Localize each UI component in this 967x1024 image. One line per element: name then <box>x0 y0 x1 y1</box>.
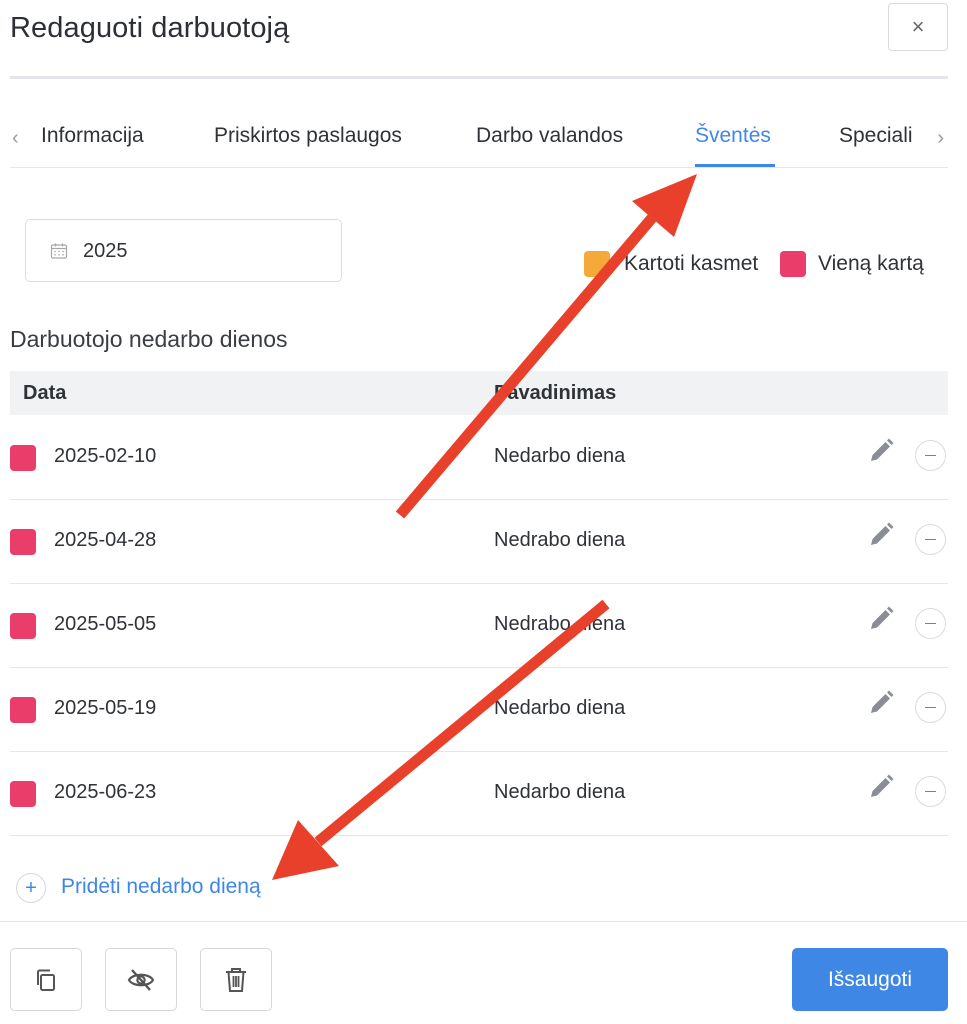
row-type-swatch <box>10 445 36 471</box>
row-date: 2025-02-10 <box>54 445 157 467</box>
column-header-date: Data <box>23 382 67 404</box>
row-date: 2025-06-23 <box>54 781 157 803</box>
pencil-icon[interactable] <box>866 604 896 634</box>
eye-off-icon <box>127 968 155 991</box>
close-icon: × <box>911 14 925 39</box>
column-header-name: Pavadinimas <box>494 382 617 404</box>
dialog-title: Redaguoti darbuotoją <box>10 12 290 44</box>
row-date: 2025-04-28 <box>54 529 157 551</box>
minus-icon <box>925 706 936 709</box>
pencil-icon[interactable] <box>866 688 896 718</box>
row-name: Nedarbo diena <box>494 781 626 803</box>
tab-sventes[interactable]: Šventės <box>695 124 771 148</box>
save-button[interactable]: Išsaugoti <box>792 948 948 1011</box>
row-name: Nedrabo diena <box>494 529 626 551</box>
minus-icon <box>925 454 936 457</box>
row-name: Nedarbo diena <box>494 445 626 467</box>
table-row: 2025-06-23 Nedarbo diena <box>10 752 948 836</box>
close-button[interactable]: × <box>888 3 948 51</box>
tab-priskirtos-paslaugos[interactable]: Priskirtos paslaugos <box>214 124 402 148</box>
row-name: Nedrabo diena <box>494 613 626 635</box>
calendar-icon <box>50 243 68 259</box>
table-row: 2025-05-05 Nedrabo diena <box>10 584 948 668</box>
remove-row-button[interactable] <box>915 440 946 471</box>
row-date: 2025-05-05 <box>54 613 157 635</box>
remove-row-button[interactable] <box>915 692 946 723</box>
row-type-swatch <box>10 781 36 807</box>
active-tab-indicator <box>695 164 775 167</box>
table-header: Data Pavadinimas <box>10 371 948 415</box>
legend-label-once: Vieną kartą <box>818 252 924 275</box>
pencil-icon[interactable] <box>866 436 896 466</box>
remove-row-button[interactable] <box>915 608 946 639</box>
year-picker[interactable]: 2025 <box>25 219 342 282</box>
copy-icon <box>37 969 55 991</box>
row-name: Nedarbo diena <box>494 697 626 719</box>
copy-button[interactable] <box>10 948 82 1011</box>
plus-icon: + <box>16 873 46 903</box>
pencil-icon[interactable] <box>866 772 896 802</box>
hide-button[interactable] <box>105 948 177 1011</box>
remove-row-button[interactable] <box>915 524 946 555</box>
minus-icon <box>925 538 936 541</box>
row-type-swatch <box>10 613 36 639</box>
tab-next-icon[interactable]: › <box>937 127 944 150</box>
tab-speciali[interactable]: Speciali <box>839 124 913 148</box>
add-day-label: Pridėti nedarbo dieną <box>61 875 261 898</box>
section-title: Darbuotojo nedarbo dienos <box>10 326 288 352</box>
minus-icon <box>925 622 936 625</box>
remove-row-button[interactable] <box>915 776 946 807</box>
year-value: 2025 <box>83 240 128 262</box>
row-date: 2025-05-19 <box>54 697 157 719</box>
legend-swatch-yearly <box>584 251 610 277</box>
tab-informacija[interactable]: Informacija <box>41 124 144 148</box>
dialog-header: Redaguoti darbuotoją × <box>10 0 948 80</box>
legend-label-yearly: Kartoti kasmet <box>624 252 759 275</box>
minus-icon <box>925 790 936 793</box>
header-divider <box>10 76 948 79</box>
table-row: 2025-02-10 Nedarbo diena <box>10 416 948 500</box>
footer-divider <box>0 921 967 922</box>
table-row: 2025-04-28 Nedrabo diena <box>10 500 948 584</box>
trash-icon <box>226 967 246 992</box>
table-row: 2025-05-19 Nedarbo diena <box>10 668 948 752</box>
legend-swatch-once <box>780 251 806 277</box>
pencil-icon[interactable] <box>866 520 896 550</box>
tab-bar: ‹ Informacija Priskirtos paslaugos Darbo… <box>10 110 948 168</box>
row-type-swatch <box>10 529 36 555</box>
delete-button[interactable] <box>200 948 272 1011</box>
tab-prev-icon[interactable]: ‹ <box>12 127 19 150</box>
row-type-swatch <box>10 697 36 723</box>
tab-darbo-valandos[interactable]: Darbo valandos <box>476 124 623 148</box>
